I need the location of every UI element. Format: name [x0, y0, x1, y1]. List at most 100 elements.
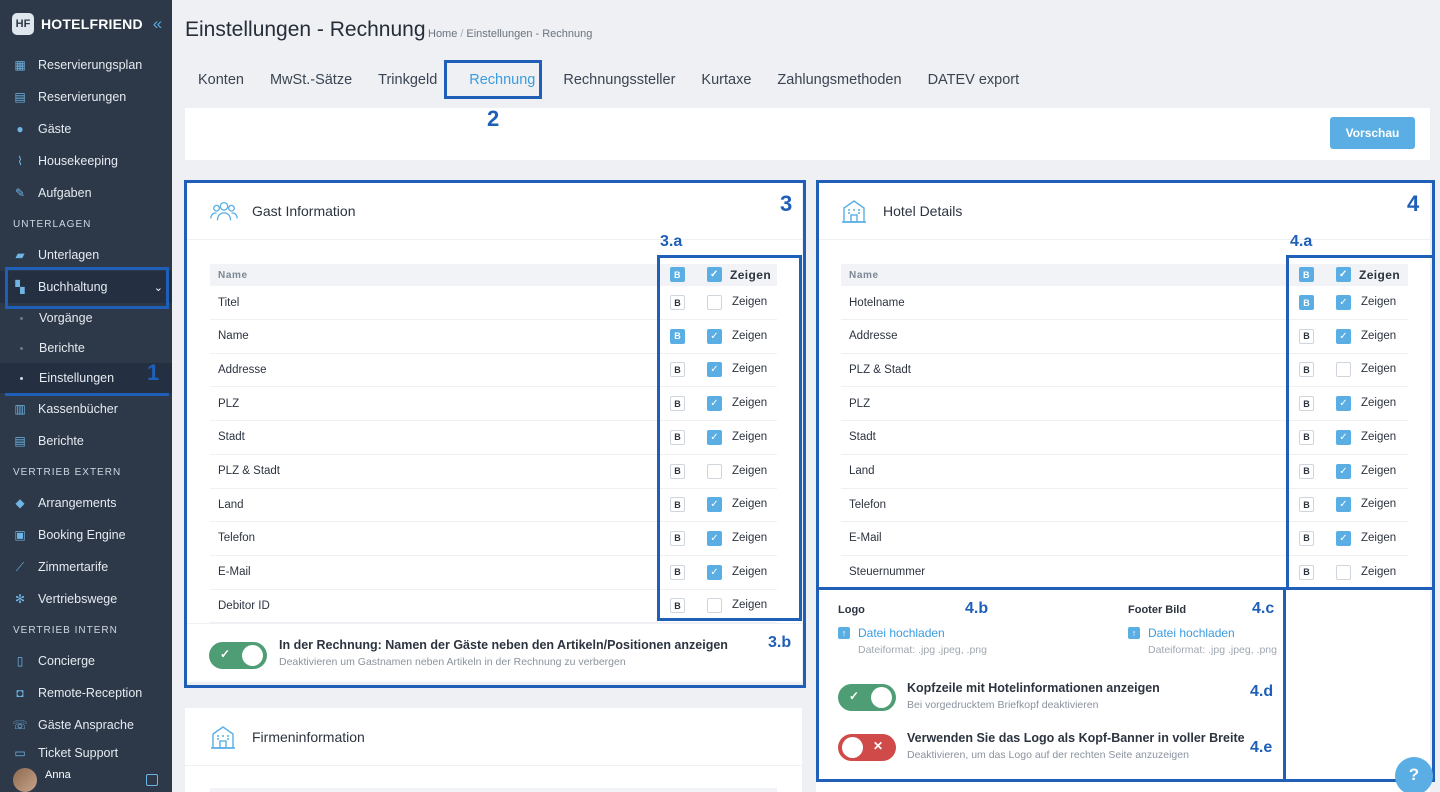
sidebar-item-zimmertarife[interactable]: ⟋ Zimmertarife [0, 551, 172, 583]
bold-checkbox[interactable]: B [670, 530, 685, 546]
bold-checkbox[interactable]: B [670, 328, 685, 344]
sidebar-item-concierge[interactable]: ▯ Concierge [0, 645, 172, 677]
show-checkbox[interactable]: ✓ [707, 396, 722, 412]
sidebar-item-label: Einstellungen [39, 371, 115, 385]
show-checkbox[interactable] [1336, 362, 1351, 378]
show-checkbox[interactable] [707, 598, 722, 614]
bold-checkbox[interactable]: B [670, 429, 685, 445]
bold-checkbox[interactable]: B [670, 564, 685, 580]
footer-upload-link[interactable]: ↑ Datei hochladen [1128, 626, 1235, 640]
show-checkbox[interactable] [707, 295, 722, 310]
row-field-name: Stadt [218, 431, 245, 444]
bold-checkbox[interactable]: B [670, 362, 685, 378]
bold-checkbox[interactable]: B [1299, 295, 1314, 310]
report-icon: ▤ [14, 434, 26, 448]
bold-checkbox[interactable]: B [1299, 396, 1314, 412]
sidebar-item-gaeste[interactable]: ● Gäste [0, 113, 172, 145]
bold-checkbox[interactable]: B [1299, 564, 1314, 580]
logo-banner-toggle[interactable]: ✕ [838, 734, 896, 761]
annotation-label-4e: 4.e [1250, 739, 1273, 756]
tab-kurtaxe[interactable]: Kurtaxe [688, 62, 764, 98]
table-row: PLZ B ✓ Zeigen [841, 387, 1408, 422]
show-checkbox[interactable]: ✓ [1336, 429, 1351, 445]
sidebar-item-unterlagen[interactable]: ▰ Unterlagen [0, 239, 172, 271]
show-checkbox[interactable] [1336, 564, 1351, 580]
show-checkbox[interactable]: ✓ [707, 429, 722, 445]
preview-button[interactable]: Vorschau [1330, 117, 1415, 149]
sidebar-item-ticket-support[interactable]: ▭ Ticket Support [0, 741, 172, 765]
chevron-left-icon[interactable]: « [153, 14, 162, 34]
bold-checkbox[interactable]: B [670, 463, 685, 479]
tab-datev-export[interactable]: DATEV export [915, 62, 1033, 98]
sidebar-item-berichte[interactable]: ▤ Berichte [0, 425, 172, 457]
tab-trinkgeld[interactable]: Trinkgeld [365, 62, 450, 98]
sidebar-item-housekeeping[interactable]: ⌇ Housekeeping [0, 145, 172, 177]
sidebar-item-reservierungsplan[interactable]: ▦ Reservierungsplan [0, 49, 172, 81]
row-field-name: PLZ & Stadt [218, 465, 281, 477]
bold-checkbox[interactable]: B [670, 396, 685, 412]
grid-icon: ▚ [15, 280, 25, 294]
sidebar-item-kassenbuecher[interactable]: ▥ Kassenbücher [0, 393, 172, 425]
brand[interactable]: HF HOTELFRIEND « [0, 0, 172, 47]
help-button[interactable]: ? [1395, 757, 1433, 792]
sidebar-item-buchhaltung[interactable]: ▚ Buchhaltung ⌄ [0, 271, 172, 303]
toggle-title: Verwenden Sie das Logo als Kopf-Banner i… [907, 731, 1245, 745]
bold-checkbox[interactable]: B [1299, 429, 1314, 445]
sidebar-item-arrangements[interactable]: ◆ Arrangements [0, 487, 172, 519]
bold-checkbox[interactable]: B [1299, 497, 1314, 513]
table-row: PLZ B ✓ Zeigen [210, 387, 777, 422]
tab-rechnung[interactable]: Rechnung [454, 62, 550, 98]
sidebar-item-booking-engine[interactable]: ▣ Booking Engine [0, 519, 172, 551]
show-checkbox[interactable]: ✓ [1336, 328, 1351, 344]
show-checkbox[interactable]: ✓ [1336, 530, 1351, 546]
bold-all-checkbox[interactable]: B [670, 267, 685, 282]
show-checkbox[interactable]: ✓ [707, 362, 722, 378]
logo-upload-link[interactable]: ↑ Datei hochladen [838, 626, 945, 640]
show-checkbox[interactable]: ✓ [707, 564, 722, 580]
show-checkbox[interactable]: ✓ [1336, 497, 1351, 513]
guest-names-toggle[interactable]: ✓ [209, 642, 267, 669]
show-checkbox[interactable]: ✓ [1336, 463, 1351, 479]
bold-checkbox[interactable]: B [1299, 328, 1314, 344]
bold-checkbox[interactable]: B [670, 598, 685, 614]
sidebar-subitem-berichte[interactable]: Berichte [0, 333, 172, 363]
show-label: Zeigen [1361, 363, 1397, 376]
bold-all-checkbox[interactable]: B [1299, 267, 1314, 282]
sidebar-item-remote-reception[interactable]: ◘ Remote-Reception [0, 677, 172, 709]
sidebar-item-aufgaben[interactable]: ✎ Aufgaben [0, 177, 172, 209]
bold-checkbox[interactable]: B [1299, 463, 1314, 479]
show-checkbox[interactable]: ✓ [1336, 396, 1351, 412]
chat-icon: ☏ [12, 718, 28, 732]
show-checkbox[interactable]: ✓ [707, 497, 722, 513]
bold-checkbox[interactable]: B [670, 295, 685, 310]
show-all-checkbox[interactable]: ✓ [707, 267, 722, 282]
bold-checkbox[interactable]: B [1299, 362, 1314, 378]
bold-checkbox[interactable]: B [670, 497, 685, 513]
show-all-checkbox[interactable]: ✓ [1336, 267, 1351, 282]
show-checkbox[interactable]: ✓ [707, 328, 722, 344]
sidebar-item-vertriebswege[interactable]: ✻ Vertriebswege [0, 583, 172, 615]
sidebar-subitem-vorgaenge[interactable]: Vorgänge [0, 303, 172, 333]
show-checkbox[interactable]: ✓ [707, 530, 722, 546]
show-label: Zeigen [1361, 397, 1397, 410]
breadcrumb-home[interactable]: Home [428, 28, 457, 40]
tab-mwst-saetze[interactable]: MwSt.-Sätze [257, 62, 365, 98]
toggle-title: Kopfzeile mit Hotelinformationen anzeige… [907, 681, 1160, 695]
sidebar-item-gaeste-ansprache[interactable]: ☏ Gäste Ansprache [0, 709, 172, 741]
show-checkbox[interactable] [707, 463, 722, 479]
bold-checkbox[interactable]: B [1299, 530, 1314, 546]
tab-konten[interactable]: Konten [185, 62, 257, 98]
header-info-toggle[interactable]: ✓ [838, 684, 896, 711]
user-profile[interactable]: Anna [0, 768, 172, 792]
tab-zahlungsmethoden[interactable]: Zahlungsmethoden [764, 62, 914, 98]
row-field-name: Land [849, 465, 875, 477]
table-row: Debitor ID B Zeigen [210, 589, 777, 624]
tab-rechnungssteller[interactable]: Rechnungssteller [550, 62, 688, 98]
show-checkbox[interactable]: ✓ [1336, 295, 1351, 310]
annotation-label-4c: 4.c [1252, 600, 1275, 617]
ticket-icon: ▭ [14, 746, 26, 760]
logout-icon[interactable] [146, 774, 158, 786]
sidebar-item-reservierungen[interactable]: ▤ Reservierungen [0, 81, 172, 113]
row-field-name: Hotelname [849, 296, 905, 309]
book-icon: ▥ [14, 402, 26, 416]
